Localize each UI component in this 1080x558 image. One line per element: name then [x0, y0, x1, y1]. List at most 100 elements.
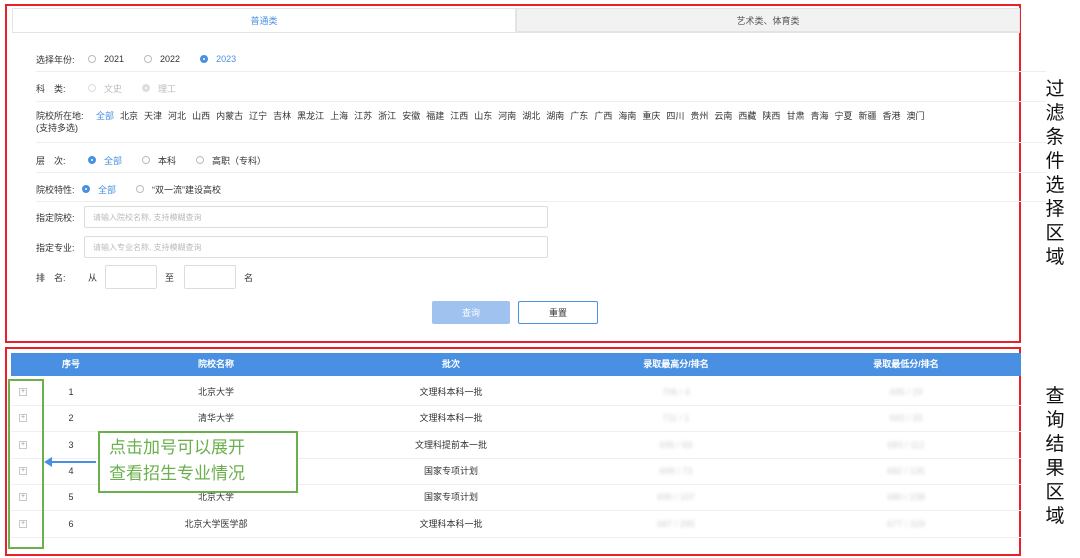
- feature-option-double-first-class[interactable]: “双一流”建设高校: [136, 183, 221, 196]
- region-option[interactable]: 广西: [594, 110, 612, 122]
- header-index: 序号: [61, 359, 80, 369]
- results-table-header: 序号 院校名称 批次 录取最高分/排名 录取最低分/排名: [11, 353, 1021, 376]
- rank-from-label: 从: [88, 272, 98, 283]
- cell-index: 5: [68, 492, 74, 503]
- rank-from-input[interactable]: [105, 265, 158, 289]
- region-option[interactable]: 北京: [120, 110, 138, 122]
- region-option[interactable]: 安徽: [402, 110, 420, 122]
- region-option[interactable]: 内蒙古: [216, 110, 243, 122]
- region-option[interactable]: 贵州: [690, 110, 708, 122]
- reset-button[interactable]: 重置: [518, 301, 598, 324]
- region-option[interactable]: 澳门: [907, 110, 925, 122]
- cell-min-score: 683 / 112: [887, 439, 925, 450]
- radio-icon: [88, 84, 96, 92]
- region-option[interactable]: 青海: [810, 110, 828, 122]
- cell-batch: 文理科本科一批: [419, 518, 483, 529]
- cell-min-score: 682 / 135: [887, 465, 925, 476]
- rank-unit-label: 名: [244, 272, 254, 283]
- region-option[interactable]: 河南: [498, 110, 516, 122]
- year-option-2022[interactable]: 2022: [144, 54, 180, 64]
- region-option[interactable]: 甘肃: [786, 110, 804, 122]
- subject-option-science[interactable]: 理工: [142, 82, 176, 95]
- level-label: 层 次:: [36, 155, 66, 166]
- region-option[interactable]: 天津: [144, 110, 162, 122]
- subject-row: 科 类: 文史 理工: [36, 75, 1046, 102]
- cell-batch: 文理科提前本一批: [414, 439, 487, 450]
- query-button[interactable]: 查询: [432, 301, 510, 324]
- major-search-input[interactable]: 请输入专业名称, 支持模糊查询: [84, 236, 548, 258]
- region-option[interactable]: 陕西: [762, 110, 780, 122]
- results-area-annotation: 查询结果区域: [1045, 385, 1065, 527]
- region-option[interactable]: 江西: [450, 110, 468, 122]
- year-label: 选择年份:: [36, 54, 75, 65]
- region-option[interactable]: 黑龙江: [297, 110, 324, 122]
- region-option[interactable]: 江苏: [354, 110, 372, 122]
- region-option[interactable]: 辽宁: [249, 110, 267, 122]
- radio-checked-icon: [200, 55, 209, 63]
- year-option-2021[interactable]: 2021: [88, 54, 124, 64]
- radio-icon: [88, 55, 96, 63]
- cell-max-score: 699 / 73: [659, 465, 693, 476]
- region-option[interactable]: 吉林: [273, 110, 291, 122]
- subject-option-liberal-arts[interactable]: 文史: [88, 82, 122, 95]
- region-option[interactable]: 上海: [330, 110, 348, 122]
- table-row: +1 北京大学 文理科本科一批 706 / 4 695 / 29: [11, 379, 1021, 406]
- radio-checked-icon: [82, 185, 90, 193]
- subject-label: 科 类:: [36, 83, 66, 94]
- school-field-label: 指定院校:: [36, 212, 75, 223]
- region-option[interactable]: 山西: [192, 110, 210, 122]
- tab-general[interactable]: 普通类: [12, 8, 516, 32]
- arrow-line: [50, 461, 96, 463]
- radio-checked-icon: [88, 156, 96, 164]
- region-option[interactable]: 福建: [426, 110, 444, 122]
- feature-option-all[interactable]: 全部: [82, 183, 116, 196]
- cell-school: 北京大学: [197, 387, 234, 397]
- cell-batch: 国家专项计划: [423, 492, 478, 503]
- radio-icon: [136, 185, 145, 193]
- header-max-score: 录取最高分/排名: [643, 359, 709, 369]
- filter-area-annotation: 过滤条件选择区域: [1045, 78, 1065, 268]
- region-list: 全部 北京 天津 河北 山西 内蒙古 辽宁 吉林 黑龙江 上海 江苏 浙江 安徽 福建 江西 山东 河南 湖北 湖南…: [96, 110, 931, 122]
- region-option[interactable]: 海南: [618, 110, 636, 122]
- school-field-row: 指定院校: 请输入院校名称, 支持模糊查询: [36, 205, 1046, 229]
- region-option[interactable]: 四川: [666, 110, 684, 122]
- tab-art-sports[interactable]: 艺术类、体育类: [516, 8, 1020, 32]
- region-option[interactable]: 西藏: [738, 110, 756, 122]
- cell-school: 清华大学: [197, 413, 234, 424]
- region-option[interactable]: 浙江: [378, 110, 396, 122]
- region-option[interactable]: 新疆: [858, 110, 876, 122]
- rank-label: 排 名:: [36, 272, 66, 283]
- level-row: 层 次: 全部 本科 高职（专科）: [36, 148, 1046, 173]
- radio-icon: [142, 156, 151, 164]
- region-option[interactable]: 重庆: [642, 110, 660, 122]
- region-option[interactable]: 广东: [570, 110, 588, 122]
- level-option-vocational[interactable]: 高职（专科）: [196, 154, 266, 167]
- level-option-all[interactable]: 全部: [88, 154, 122, 167]
- region-row: 院校所在地: (支持多选) 全部 北京 天津 河北 山西 内蒙古 辽宁 吉林 黑龙江 上海 江苏 浙江…: [36, 106, 1046, 143]
- region-option[interactable]: 湖北: [522, 110, 540, 122]
- year-option-2023[interactable]: 2023: [200, 54, 236, 64]
- region-option[interactable]: 云南: [714, 110, 732, 122]
- region-option[interactable]: 香港: [883, 110, 901, 122]
- region-option[interactable]: 河北: [168, 110, 186, 122]
- cell-min-score: 677 / 329: [887, 518, 925, 529]
- header-batch: 批次: [441, 359, 460, 369]
- region-option[interactable]: 湖南: [546, 110, 564, 122]
- feature-row: 院校特性: 全部 “双一流”建设高校: [36, 177, 1046, 202]
- region-option[interactable]: 山东: [474, 110, 492, 122]
- cell-batch: 文理科本科一批: [419, 387, 483, 397]
- cell-max-score: 711 / 1: [662, 413, 690, 424]
- rank-to-input[interactable]: [184, 265, 237, 289]
- rank-row: 排 名: 从 至 名: [36, 264, 1046, 290]
- region-label: 院校所在地:: [36, 111, 84, 121]
- arrow-left-icon: [44, 457, 52, 467]
- region-option[interactable]: 宁夏: [834, 110, 852, 122]
- region-option[interactable]: 全部: [96, 110, 114, 122]
- callout-line-2: 查看招生专业情况: [109, 464, 245, 484]
- cell-min-score: 680 / 238: [887, 492, 925, 503]
- radio-icon: [196, 156, 205, 164]
- cell-school: 北京大学医学部: [184, 518, 248, 529]
- rank-to-label: 至: [165, 272, 175, 283]
- school-search-input[interactable]: 请输入院校名称, 支持模糊查询: [84, 206, 548, 228]
- level-option-undergraduate[interactable]: 本科: [142, 154, 176, 167]
